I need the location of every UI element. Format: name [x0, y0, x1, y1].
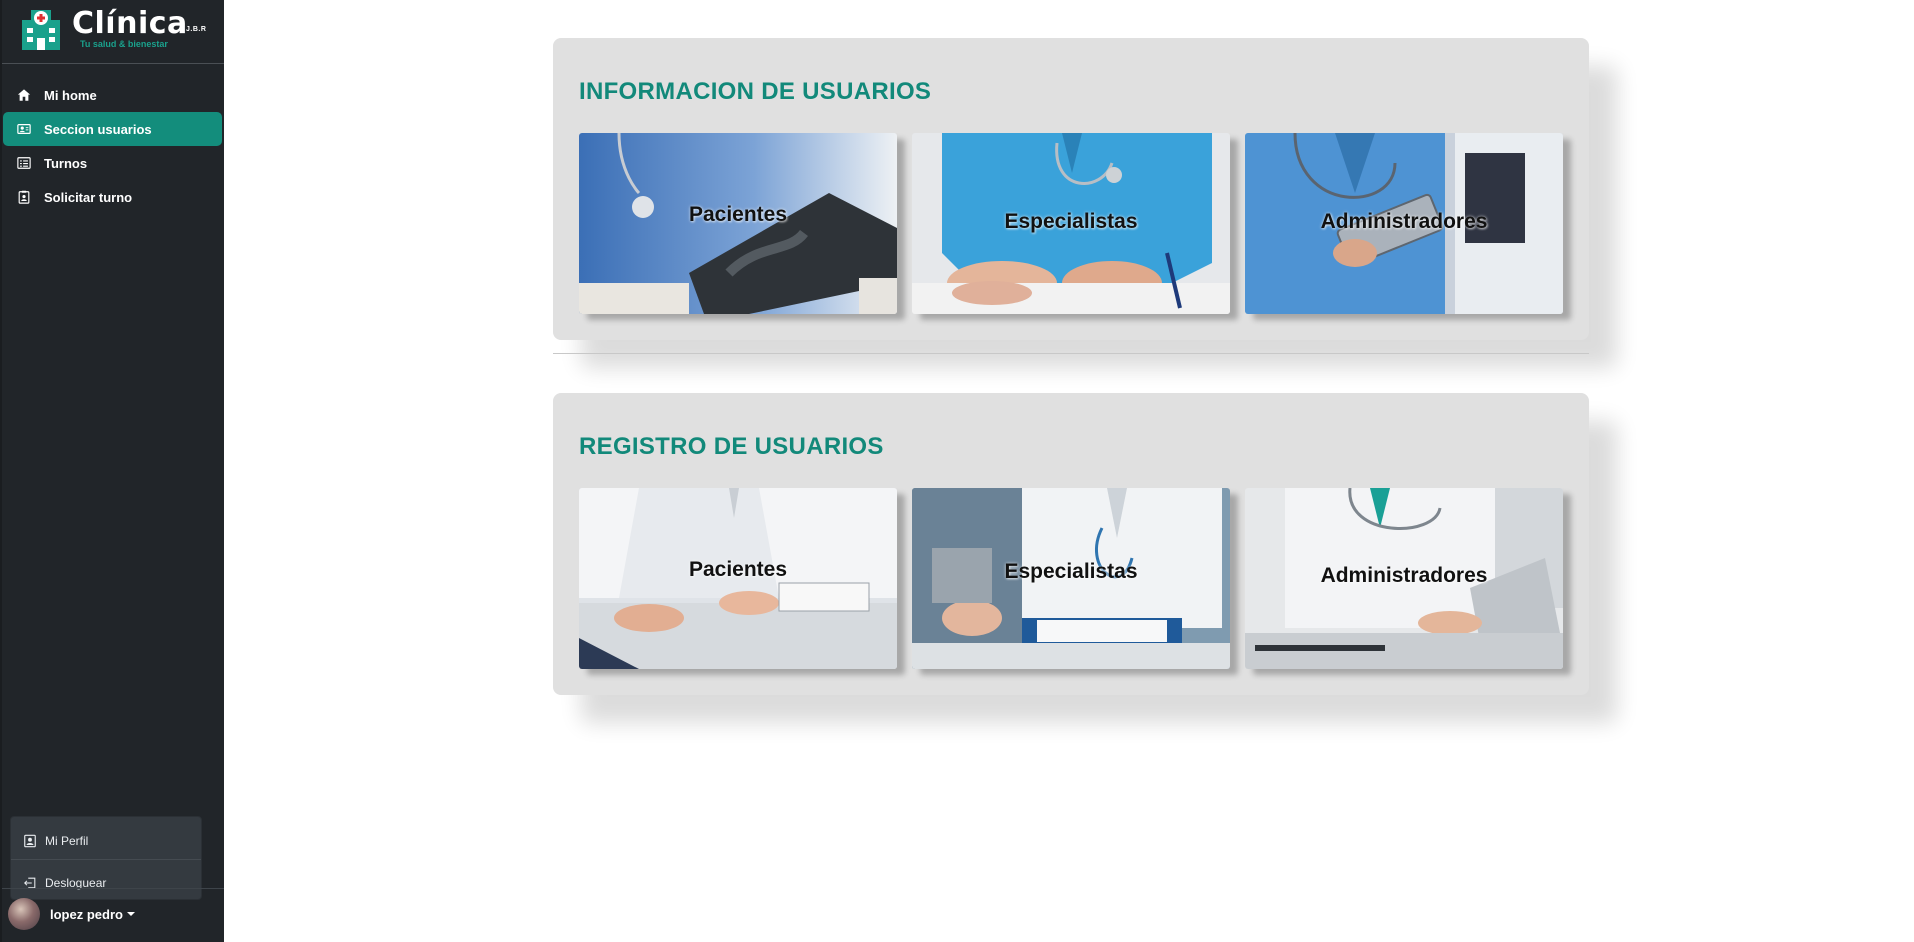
- sidebar-item-solicitar-turno[interactable]: Solicitar turno: [2, 180, 224, 214]
- sidebar-item-label: Seccion usuarios: [44, 121, 152, 137]
- tile-registro-pacientes[interactable]: Pacientes: [579, 488, 897, 669]
- tile-registro-especialistas[interactable]: Especialistas: [912, 488, 1230, 669]
- sidebar-item-seccion-usuarios[interactable]: Seccion usuarios: [3, 112, 222, 146]
- menu-item-mi-perfil[interactable]: Mi Perfil: [11, 823, 201, 859]
- tile-info-administradores[interactable]: Administradores: [1245, 133, 1563, 314]
- tile-label: Especialistas: [1004, 210, 1138, 233]
- user-name: lopez pedro: [50, 906, 123, 922]
- user-menu-toggle[interactable]: lopez pedro: [8, 898, 135, 930]
- tile-info-pacientes[interactable]: Pacientes: [579, 133, 897, 314]
- home-icon: [16, 87, 32, 103]
- clinic-logo-icon: [22, 10, 60, 50]
- tile-label: Pacientes: [688, 558, 788, 581]
- tile-label: Administradores: [1320, 564, 1488, 587]
- sidebar-item-label: Solicitar turno: [44, 189, 133, 205]
- section-registro-usuarios: REGISTRO DE USUARIOS Pacientes Especiali…: [553, 393, 1589, 695]
- menu-item-label: Mi Perfil: [45, 834, 89, 848]
- avatar: [8, 898, 40, 930]
- tile-registro-administradores[interactable]: Administradores: [1245, 488, 1563, 669]
- list-icon: [16, 155, 32, 171]
- user-card-icon: [16, 121, 32, 137]
- section-title: REGISTRO DE USUARIOS: [579, 433, 884, 460]
- tile-label: Especialistas: [1004, 560, 1138, 583]
- sidebar-nav: Mi home Seccion usuarios Turnos Solicita…: [2, 78, 224, 214]
- menu-divider: [11, 859, 201, 860]
- tile-label: Pacientes: [688, 203, 788, 226]
- clipboard-person-icon: [16, 189, 32, 205]
- sidebar: Clínica J.B.R Tu salud & bienestar Mi ho…: [0, 0, 224, 942]
- menu-item-desloguear[interactable]: Desloguear: [11, 865, 201, 901]
- brand[interactable]: Clínica J.B.R Tu salud & bienestar: [16, 4, 212, 54]
- tile-info-especialistas[interactable]: Especialistas: [912, 133, 1230, 314]
- sidebar-item-turnos[interactable]: Turnos: [2, 146, 224, 180]
- tile-label: Administradores: [1320, 210, 1488, 233]
- section-title: INFORMACION DE USUARIOS: [579, 78, 932, 105]
- section-divider: [553, 353, 1589, 354]
- profile-icon: [24, 834, 36, 848]
- sidebar-divider: [2, 63, 224, 64]
- sidebar-item-mi-home[interactable]: Mi home: [2, 78, 224, 112]
- sidebar-item-label: Mi home: [44, 87, 97, 103]
- user-divider: [2, 888, 224, 889]
- brand-name: Clínica: [72, 6, 188, 41]
- sidebar-item-label: Turnos: [44, 155, 88, 171]
- brand-tagline: Tu salud & bienestar: [80, 39, 168, 49]
- section-informacion-usuarios: INFORMACION DE USUARIOS Pacientes Especi…: [553, 38, 1589, 340]
- brand-suffix: J.B.R: [186, 26, 207, 33]
- caret-down-icon: [126, 912, 135, 916]
